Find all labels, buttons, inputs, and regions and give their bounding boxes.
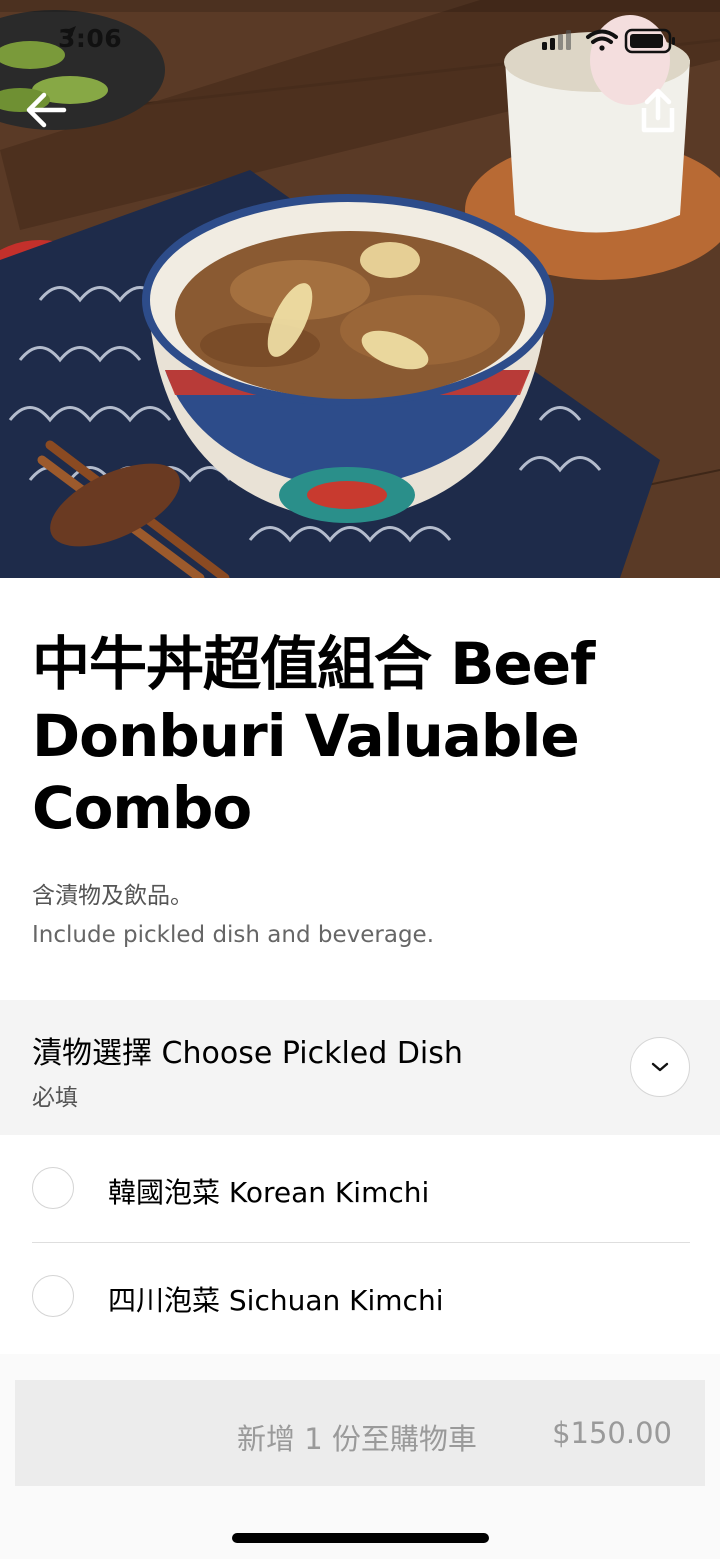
home-indicator <box>232 1533 489 1543</box>
battery-icon <box>624 28 675 54</box>
option-label: 四川泡菜 Sichuan Kimchi <box>108 1284 444 1317</box>
status-bar-icons <box>540 26 680 56</box>
radio-button[interactable] <box>32 1275 74 1317</box>
add-to-cart-button[interactable]: 新增 1 份至購物車 $150.00 <box>15 1380 705 1486</box>
option-group-title: 漬物選擇 Choose Pickled Dish <box>32 1036 463 1071</box>
required-label: 必填 <box>32 1085 78 1111</box>
share-icon <box>641 88 675 133</box>
item-title: 中牛丼超值組合 Beef Donburi Valuable Combo <box>32 630 595 842</box>
signal-icon <box>542 30 571 50</box>
status-bar-time: 3:06 <box>58 24 123 53</box>
location-arrow-icon <box>62 26 76 40</box>
item-description-zh: 含漬物及飲品。 <box>32 883 193 909</box>
wifi-icon <box>586 29 618 51</box>
hero-image: 3:06 <box>0 0 720 578</box>
share-button[interactable] <box>638 88 698 148</box>
option-group-header[interactable]: 漬物選擇 Choose Pickled Dish 必填 <box>0 1000 720 1135</box>
add-to-cart-label: 新增 1 份至購物車 <box>237 1422 477 1456</box>
option-sichuan-kimchi[interactable]: 四川泡菜 Sichuan Kimchi <box>0 1243 720 1350</box>
chevron-down-icon <box>651 1062 669 1072</box>
back-button[interactable] <box>24 90 84 150</box>
add-to-cart-price: $150.00 <box>552 1416 672 1450</box>
arrow-left-icon <box>26 92 67 128</box>
option-label: 韓國泡菜 Korean Kimchi <box>108 1176 430 1209</box>
option-korean-kimchi[interactable]: 韓國泡菜 Korean Kimchi <box>0 1135 720 1242</box>
radio-button[interactable] <box>32 1167 74 1209</box>
collapse-button[interactable] <box>630 1037 690 1097</box>
food-photo-illustration <box>0 0 720 578</box>
item-description-en: Include pickled dish and beverage. <box>32 922 435 948</box>
